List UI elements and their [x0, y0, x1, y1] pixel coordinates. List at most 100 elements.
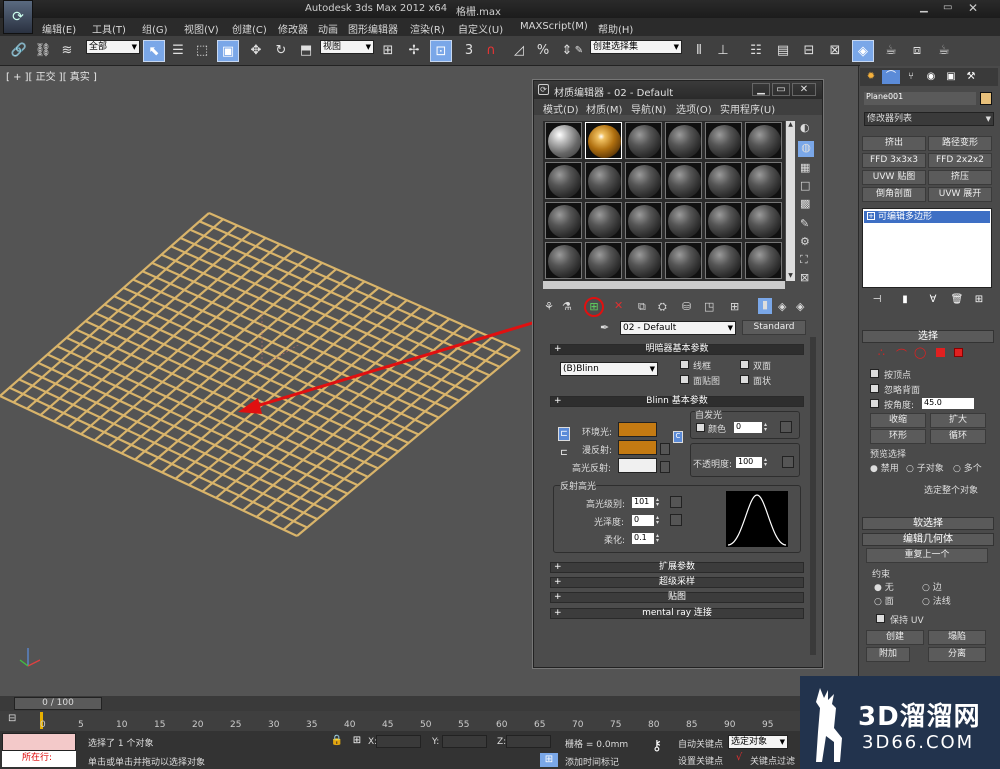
- make-unique-icon[interactable]: ∀: [924, 293, 942, 307]
- time-tag-icon[interactable]: ⊞: [540, 753, 558, 767]
- material-slot[interactable]: [545, 122, 582, 159]
- menu-views[interactable]: 视图(V): [184, 21, 219, 36]
- create-button[interactable]: 创建: [866, 630, 924, 645]
- utilities-tab-icon[interactable]: ⚒: [962, 70, 980, 84]
- magnet-icon[interactable]: ∩: [480, 40, 502, 62]
- close-button[interactable]: ✕: [968, 1, 988, 15]
- material-editor-titlebar[interactable]: ⟳ 材质编辑器 - 02 - Default ▁ ▭ ✕: [534, 81, 822, 99]
- add-time-tag[interactable]: 添加时间标记: [565, 755, 619, 768]
- mini-curve-editor-icon[interactable]: ⊟: [8, 713, 16, 724]
- material-slot[interactable]: [585, 202, 622, 239]
- slot-scrollbar[interactable]: ▲ ▼: [786, 121, 795, 281]
- matmenu-mode[interactable]: 模式(D): [543, 101, 579, 116]
- options-icon[interactable]: ⚙: [800, 235, 810, 248]
- constraint-normal-radio[interactable]: ○ 法线: [922, 594, 951, 607]
- show-map-icon[interactable]: ⊞: [730, 300, 739, 313]
- select-manipulate-icon[interactable]: ✢: [403, 40, 425, 62]
- motion-tab-icon[interactable]: ◉: [922, 70, 940, 84]
- lock-ambient-diffuse-icon[interactable]: ⊏: [558, 427, 570, 441]
- sample-type-icon[interactable]: ◐: [800, 121, 810, 134]
- matmenu-navigation[interactable]: 导航(N): [631, 101, 666, 116]
- menu-help[interactable]: 帮助(H): [598, 21, 633, 36]
- curve-editor-icon[interactable]: ⊟: [798, 40, 820, 62]
- render-production-icon[interactable]: ☕: [933, 40, 955, 62]
- glossiness-map-button[interactable]: [670, 514, 682, 526]
- diffuse-map-button[interactable]: [660, 443, 670, 455]
- minimize-button[interactable]: ▁: [920, 2, 940, 13]
- soft-selection-rollout[interactable]: 软选择: [862, 517, 994, 530]
- put-to-library-icon[interactable]: ⛁: [682, 300, 691, 313]
- wire-checkbox[interactable]: [680, 360, 689, 369]
- scroll-down-icon[interactable]: ▼: [786, 272, 795, 281]
- by-vertex-checkbox[interactable]: [870, 369, 879, 378]
- specular-map-button[interactable]: [660, 461, 670, 473]
- specular-color-swatch[interactable]: [618, 458, 657, 473]
- display-tab-icon[interactable]: ▣: [942, 70, 960, 84]
- percent-snap-icon[interactable]: %: [532, 40, 554, 62]
- preview-multi-radio[interactable]: ○ 多个: [953, 461, 982, 474]
- material-slot[interactable]: [705, 162, 742, 199]
- preview-subobject-radio[interactable]: ○ 子对象: [906, 461, 944, 474]
- faceted-checkbox[interactable]: [740, 375, 749, 384]
- z-coord-input[interactable]: [506, 735, 551, 748]
- scroll-up-icon[interactable]: ▲: [786, 121, 795, 130]
- render-setup-icon[interactable]: ☕: [880, 40, 902, 62]
- material-type-button[interactable]: Standard: [742, 320, 806, 335]
- material-slot[interactable]: [545, 242, 582, 279]
- self-illum-spinner[interactable]: ▴ ▾: [764, 422, 770, 433]
- slot-hscroll[interactable]: [543, 281, 785, 289]
- matwin-close-button[interactable]: ✕: [792, 83, 816, 96]
- material-slot[interactable]: [625, 242, 662, 279]
- edit-geometry-rollout[interactable]: 编辑几何体: [862, 533, 994, 546]
- select-by-material-icon[interactable]: ⛶: [800, 253, 808, 267]
- stack-item-editable-poly[interactable]: + 可编辑多边形: [864, 211, 990, 223]
- get-material-icon[interactable]: ⚘: [544, 300, 554, 313]
- blinn-basic-rollout[interactable]: Blinn 基本参数: [550, 396, 804, 407]
- copy-material-icon[interactable]: ⧉: [638, 300, 646, 314]
- material-slot[interactable]: [745, 122, 782, 159]
- constraint-edge-radio[interactable]: ○ 边: [922, 580, 942, 593]
- shader-dropdown[interactable]: (B)Blinn: [560, 362, 658, 376]
- graphite-icon[interactable]: ▤: [772, 40, 794, 62]
- viewport-label[interactable]: [ + ][ 正交 ][ 真实 ]: [6, 68, 97, 83]
- go-to-parent-icon[interactable]: ◈: [778, 300, 786, 313]
- loop-button[interactable]: 循环: [930, 429, 986, 444]
- material-slot[interactable]: [585, 122, 622, 159]
- pivot-icon[interactable]: ⊞: [377, 40, 399, 62]
- move-icon[interactable]: ✥: [245, 40, 267, 62]
- repeat-last-button[interactable]: 重复上一个: [866, 548, 988, 563]
- link-icon[interactable]: 🔗: [8, 40, 30, 62]
- reset-map-icon[interactable]: ✕: [614, 299, 623, 312]
- material-slot[interactable]: [665, 202, 702, 239]
- layer-manager-icon[interactable]: ☷: [745, 40, 767, 62]
- hierarchy-tab-icon[interactable]: ⑂: [902, 70, 920, 84]
- schematic-view-icon[interactable]: ⊠: [824, 40, 846, 62]
- selection-rollout-header[interactable]: 选择: [862, 330, 994, 343]
- maxscript-listener[interactable]: [2, 733, 76, 751]
- material-slot[interactable]: [545, 202, 582, 239]
- rollout-scrollbar[interactable]: [810, 337, 816, 655]
- mental-ray-rollout[interactable]: mental ray 连接: [550, 608, 804, 619]
- ref-coord-dropdown[interactable]: 视图: [320, 40, 374, 54]
- show-end-result-mat-icon[interactable]: ▮: [758, 298, 772, 314]
- border-mode-icon[interactable]: ◯: [914, 346, 926, 359]
- modifier-pathdeform-button[interactable]: 路径变形: [928, 136, 992, 151]
- assign-to-selection-icon[interactable]: ⊞: [584, 297, 604, 317]
- ambient-color-swatch[interactable]: [618, 422, 657, 437]
- modify-tab-icon[interactable]: ⌒: [882, 70, 900, 84]
- edge-mode-icon[interactable]: ⌒: [896, 346, 907, 362]
- maps-rollout[interactable]: 贴图: [550, 592, 804, 603]
- material-slot[interactable]: [745, 162, 782, 199]
- grow-button[interactable]: 扩大: [930, 413, 986, 428]
- y-coord-input[interactable]: [442, 735, 487, 748]
- set-key-button[interactable]: 设置关键点: [678, 754, 723, 767]
- preview-disabled-radio[interactable]: ● 禁用: [870, 461, 899, 474]
- material-id-icon[interactable]: ◳: [704, 300, 714, 313]
- by-angle-checkbox[interactable]: [870, 399, 879, 408]
- object-name-field[interactable]: Plane001: [864, 92, 976, 105]
- window-crossing-icon[interactable]: ▣: [217, 40, 239, 62]
- opacity-input[interactable]: 100: [736, 457, 762, 468]
- constraint-face-radio[interactable]: ○ 面: [874, 594, 894, 607]
- material-slot[interactable]: [585, 242, 622, 279]
- ring-button[interactable]: 环形: [870, 429, 926, 444]
